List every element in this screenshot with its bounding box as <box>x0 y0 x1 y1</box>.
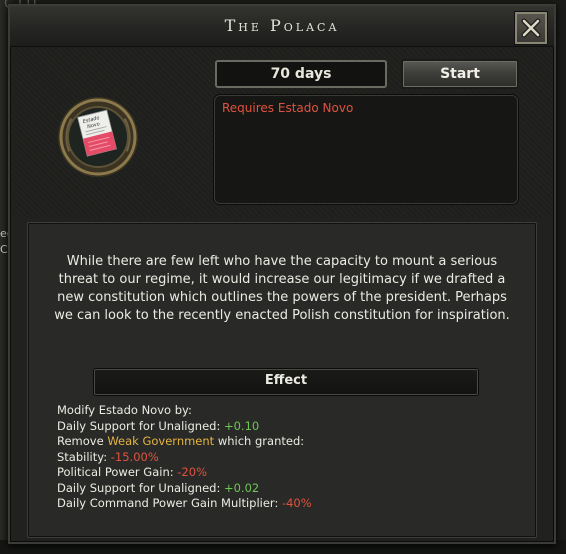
effect-line: Stability: -15.00% <box>57 450 517 466</box>
focus-header-area: Estado Novo 70 days Start Requires Estad… <box>12 48 552 218</box>
dialog-title: The Polaca <box>224 16 340 35</box>
effect-text: Daily Command Power Gain Multiplier: <box>57 496 282 510</box>
requirement-text: Requires Estado Novo <box>222 101 354 115</box>
start-button[interactable]: Start <box>401 59 519 89</box>
focus-duration: 70 days <box>215 60 387 88</box>
idea-link[interactable]: Weak Government <box>107 434 214 448</box>
effect-value: -15.00% <box>110 449 159 464</box>
effect-text: Political Power Gain: <box>57 465 178 479</box>
focus-dialog: The Polaca Estado Novo 70 days Start Req… <box>8 4 556 544</box>
close-button[interactable] <box>515 12 547 44</box>
effect-value: -20% <box>177 465 207 479</box>
effect-header: Effect <box>94 369 478 395</box>
effect-line: Political Power Gain: -20% <box>57 465 517 481</box>
effect-line: Daily Support for Unaligned: +0.10 <box>57 419 517 435</box>
effect-text: Daily Support for Unaligned: <box>57 480 224 495</box>
close-x-icon <box>521 18 541 38</box>
effect-value: +0.02 <box>223 480 260 495</box>
effect-list: Modify Estado Novo by: Daily Support for… <box>57 403 517 512</box>
title-bar: The Polaca <box>10 6 554 47</box>
effect-text: which granted: <box>214 434 305 448</box>
effect-line: Daily Command Power Gain Multiplier: -40… <box>57 496 517 512</box>
effect-text: Daily Support for Unaligned: <box>57 418 224 433</box>
effect-value: -40% <box>281 496 312 510</box>
effect-line: Modify Estado Novo by: <box>57 403 517 419</box>
effect-line: Remove Weak Government which granted: <box>57 434 517 450</box>
effect-value: +0.10 <box>223 418 260 433</box>
effect-text: Remove <box>57 434 108 448</box>
effect-text: Modify Estado Novo by: <box>57 403 192 417</box>
constitution-document-icon: Estado Novo <box>56 95 140 179</box>
requirements-box: Requires Estado Novo <box>214 95 518 204</box>
effect-label: Effect <box>264 373 308 388</box>
focus-description: While there are few left who have the ca… <box>54 254 510 323</box>
effect-line: Daily Support for Unaligned: +0.02 <box>57 481 517 497</box>
effect-text: Stability: <box>57 449 111 464</box>
description-panel: While there are few left who have the ca… <box>27 222 537 538</box>
